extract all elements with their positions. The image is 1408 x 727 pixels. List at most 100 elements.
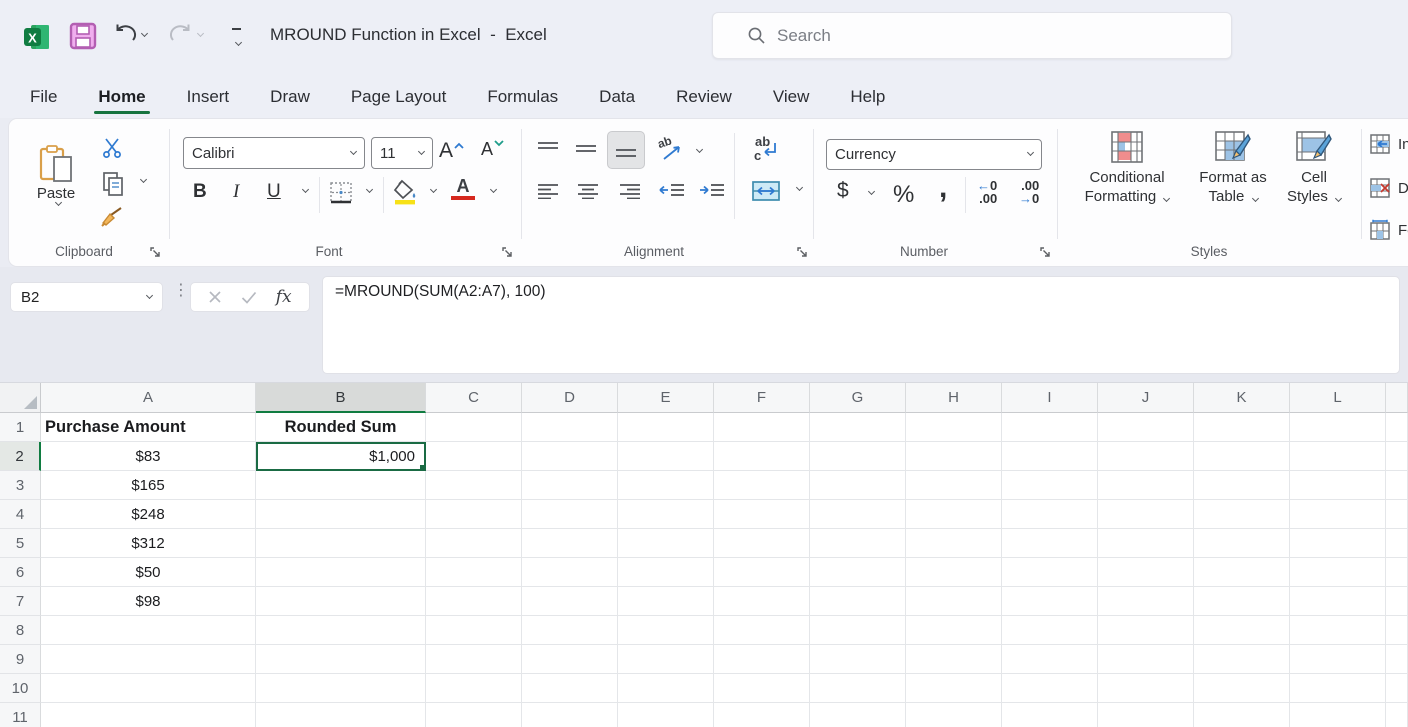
cell-L9[interactable] <box>1290 645 1386 674</box>
cell-A1[interactable]: Purchase Amount <box>41 413 256 442</box>
cell-H8[interactable] <box>906 616 1002 645</box>
cell-D8[interactable] <box>522 616 618 645</box>
insert-cells-button[interactable]: Insert <box>1369 133 1408 155</box>
cell-K6[interactable] <box>1194 558 1290 587</box>
comma-style-button[interactable]: , <box>939 171 947 205</box>
cell-F9[interactable] <box>714 645 810 674</box>
cell-L1[interactable] <box>1290 413 1386 442</box>
cell-J5[interactable] <box>1098 529 1194 558</box>
cell-E7[interactable] <box>618 587 714 616</box>
cell-D10[interactable] <box>522 674 618 703</box>
underline-button[interactable]: U <box>267 181 281 203</box>
cell-K1[interactable] <box>1194 413 1290 442</box>
accounting-format-button[interactable]: $ <box>837 179 849 203</box>
excel-app-icon[interactable]: X <box>22 22 52 52</box>
cell-D4[interactable] <box>522 500 618 529</box>
tab-help[interactable]: Help <box>848 78 887 116</box>
fill-color-button[interactable] <box>393 179 419 205</box>
cell-L3[interactable] <box>1290 471 1386 500</box>
cell-B1[interactable]: Rounded Sum <box>256 413 426 442</box>
orientation-button[interactable]: ab <box>657 135 685 163</box>
fill-color-dropdown-icon[interactable] <box>430 186 437 193</box>
cell-C5[interactable] <box>426 529 522 558</box>
undo-dropdown-icon[interactable] <box>141 29 148 36</box>
row-header-11[interactable]: 11 <box>0 703 41 727</box>
cell-F11[interactable] <box>714 703 810 727</box>
cell-B10[interactable] <box>256 674 426 703</box>
cell-A2[interactable]: $83 <box>41 442 256 471</box>
cell-I4[interactable] <box>1002 500 1098 529</box>
font-color-button[interactable]: A <box>451 177 475 200</box>
cell-I8[interactable] <box>1002 616 1098 645</box>
decrease-decimal-button[interactable]: .00→0 <box>1019 179 1039 205</box>
cell-H5[interactable] <box>906 529 1002 558</box>
copy-dropdown-icon[interactable] <box>140 176 147 183</box>
cell-C1[interactable] <box>426 413 522 442</box>
row-header-9[interactable]: 9 <box>0 645 41 674</box>
undo-button[interactable] <box>112 22 147 48</box>
cell-B11[interactable] <box>256 703 426 727</box>
cell-H10[interactable] <box>906 674 1002 703</box>
cell-B8[interactable] <box>256 616 426 645</box>
cell-C4[interactable] <box>426 500 522 529</box>
column-header-K[interactable]: K <box>1194 383 1290 413</box>
cell-C8[interactable] <box>426 616 522 645</box>
underline-dropdown-icon[interactable] <box>302 186 309 193</box>
align-center-button[interactable] <box>577 183 599 199</box>
cell-E6[interactable] <box>618 558 714 587</box>
clipboard-dialog-launcher-icon[interactable] <box>149 246 161 258</box>
cell-E8[interactable] <box>618 616 714 645</box>
cell-B4[interactable] <box>256 500 426 529</box>
cell-F6[interactable] <box>714 558 810 587</box>
cell-A6[interactable]: $50 <box>41 558 256 587</box>
cell-I2[interactable] <box>1002 442 1098 471</box>
column-header-I[interactable]: I <box>1002 383 1098 413</box>
increase-indent-button[interactable] <box>699 183 725 199</box>
cell-K11[interactable] <box>1194 703 1290 727</box>
decrease-font-size-button[interactable]: A <box>481 139 504 160</box>
tab-view[interactable]: View <box>771 78 812 116</box>
column-header-D[interactable]: D <box>522 383 618 413</box>
column-header-H[interactable]: H <box>906 383 1002 413</box>
cell-I9[interactable] <box>1002 645 1098 674</box>
italic-button[interactable]: I <box>233 181 239 203</box>
cell-C3[interactable] <box>426 471 522 500</box>
cell-F5[interactable] <box>714 529 810 558</box>
conditional-formatting-button[interactable]: Conditional Formatting <box>1077 129 1177 206</box>
tab-data[interactable]: Data <box>597 78 637 116</box>
decrease-indent-button[interactable] <box>659 183 685 199</box>
align-top-button[interactable] <box>537 141 559 157</box>
tab-review[interactable]: Review <box>674 78 734 116</box>
cell-F7[interactable] <box>714 587 810 616</box>
borders-button[interactable] <box>329 181 353 205</box>
cell-F3[interactable] <box>714 471 810 500</box>
cell-G8[interactable] <box>810 616 906 645</box>
cell-J2[interactable] <box>1098 442 1194 471</box>
bold-button[interactable]: B <box>193 181 207 203</box>
cell-A8[interactable] <box>41 616 256 645</box>
cell-L4[interactable] <box>1290 500 1386 529</box>
save-icon[interactable] <box>68 21 98 51</box>
cell-H9[interactable] <box>906 645 1002 674</box>
cell-B9[interactable] <box>256 645 426 674</box>
increase-decimal-button[interactable]: ←0.00 <box>977 179 997 205</box>
cell-G1[interactable] <box>810 413 906 442</box>
row-header-5[interactable]: 5 <box>0 529 41 558</box>
cell-D11[interactable] <box>522 703 618 727</box>
cell-J9[interactable] <box>1098 645 1194 674</box>
cell-B3[interactable] <box>256 471 426 500</box>
cell-D3[interactable] <box>522 471 618 500</box>
cell-I5[interactable] <box>1002 529 1098 558</box>
cell-E4[interactable] <box>618 500 714 529</box>
row-header-10[interactable]: 10 <box>0 674 41 703</box>
cell-F4[interactable] <box>714 500 810 529</box>
cell-K3[interactable] <box>1194 471 1290 500</box>
column-header-G[interactable]: G <box>810 383 906 413</box>
tab-page-layout[interactable]: Page Layout <box>349 78 448 116</box>
percent-style-button[interactable]: % <box>893 181 914 209</box>
cell-K8[interactable] <box>1194 616 1290 645</box>
align-right-button[interactable] <box>619 183 641 199</box>
cell-F8[interactable] <box>714 616 810 645</box>
name-box[interactable]: B2 <box>10 282 163 312</box>
cell-J8[interactable] <box>1098 616 1194 645</box>
